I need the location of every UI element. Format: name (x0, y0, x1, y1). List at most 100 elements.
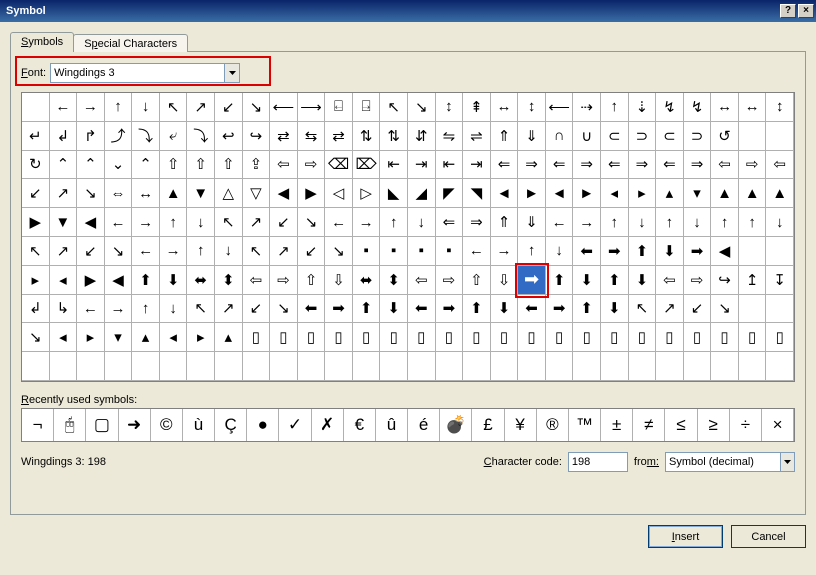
recent-cell[interactable]: ù (183, 409, 215, 441)
symbol-cell[interactable]: ⬍ (215, 266, 243, 295)
symbol-cell[interactable] (766, 237, 794, 266)
symbol-cell[interactable]: ↖ (22, 237, 50, 266)
symbol-cell[interactable]: ⇵ (408, 122, 436, 151)
symbol-cell[interactable]: ⬇ (491, 295, 519, 324)
symbol-cell[interactable]: ◢ (408, 179, 436, 208)
symbol-cell[interactable]: ⇦ (243, 266, 271, 295)
symbol-cell[interactable]: ⇤ (436, 151, 464, 180)
symbol-cell[interactable]: ► (573, 179, 601, 208)
symbol-cell[interactable]: ← (132, 237, 160, 266)
symbol-cell[interactable]: ▲ (766, 179, 794, 208)
from-input[interactable] (666, 453, 780, 471)
symbol-cell[interactable]: ↘ (325, 237, 353, 266)
symbol-cell[interactable]: ◣ (380, 179, 408, 208)
symbol-cell[interactable]: ▶ (22, 208, 50, 237)
symbol-cell[interactable]: ↘ (77, 179, 105, 208)
symbol-cell[interactable]: ▯ (684, 323, 712, 352)
symbol-cell[interactable]: ⬍ (380, 266, 408, 295)
symbol-cell[interactable]: ⇥ (463, 151, 491, 180)
recent-cell[interactable]: ¬ (22, 409, 54, 441)
symbol-cell[interactable]: ⇆ (298, 122, 326, 151)
symbol-cell[interactable]: ⇨ (684, 266, 712, 295)
symbol-cell[interactable]: ⬅ (573, 237, 601, 266)
symbol-cell[interactable]: ⇦ (711, 151, 739, 180)
symbol-cell[interactable] (766, 122, 794, 151)
symbol-cell[interactable]: ⇔ (105, 179, 133, 208)
symbol-cell[interactable] (601, 352, 629, 381)
recent-cell[interactable]: 💣 (440, 409, 472, 441)
symbol-cell[interactable]: ⊂ (601, 122, 629, 151)
symbol-cell[interactable]: ▴ (656, 179, 684, 208)
symbol-cell[interactable]: ⇧ (215, 151, 243, 180)
symbol-cell[interactable]: ▽ (243, 179, 271, 208)
symbol-cell[interactable]: ↕ (766, 93, 794, 122)
symbol-cell[interactable]: ↧ (766, 266, 794, 295)
symbol-cell[interactable]: ⌫ (325, 151, 353, 180)
symbol-cell[interactable]: ⟵ (270, 93, 298, 122)
symbol-cell[interactable]: ⇄ (270, 122, 298, 151)
symbol-cell[interactable]: ⤶ (160, 122, 188, 151)
font-input[interactable] (51, 64, 224, 82)
symbol-cell[interactable]: ⤵ (187, 122, 215, 151)
recent-cell[interactable]: ® (537, 409, 569, 441)
symbol-cell[interactable]: ▯ (463, 323, 491, 352)
symbol-cell[interactable]: ⊂ (656, 122, 684, 151)
symbol-cell[interactable]: ▯ (629, 323, 657, 352)
symbol-cell[interactable]: ↓ (215, 237, 243, 266)
recent-cell[interactable]: € (344, 409, 376, 441)
symbol-cell[interactable]: ↔ (711, 93, 739, 122)
symbol-cell[interactable]: ↲ (50, 122, 78, 151)
symbol-cell[interactable]: ↔ (132, 179, 160, 208)
symbol-cell[interactable]: ↙ (77, 237, 105, 266)
symbol-cell[interactable]: ◀ (105, 266, 133, 295)
symbol-cell[interactable]: ▾ (684, 179, 712, 208)
symbol-cell[interactable]: ↑ (601, 208, 629, 237)
symbol-cell[interactable] (463, 352, 491, 381)
symbol-cell[interactable]: ▯ (601, 323, 629, 352)
cancel-button[interactable]: Cancel (731, 525, 806, 548)
symbol-cell[interactable]: ⌃ (77, 151, 105, 180)
symbol-cell[interactable]: ↘ (22, 323, 50, 352)
symbol-cell[interactable]: ∩ (546, 122, 574, 151)
symbol-cell[interactable]: ⬇ (656, 237, 684, 266)
symbol-cell[interactable]: ⇋ (436, 122, 464, 151)
symbol-cell[interactable]: ↑ (160, 208, 188, 237)
symbol-cell[interactable]: ◄ (491, 179, 519, 208)
symbol-cell[interactable] (77, 352, 105, 381)
symbol-cell[interactable]: ↘ (711, 295, 739, 324)
symbol-cell[interactable]: ↖ (380, 93, 408, 122)
symbol-cell[interactable]: ▯ (518, 323, 546, 352)
symbol-cell[interactable]: ⇑ (491, 208, 519, 237)
symbol-cell[interactable]: ⇥ (408, 151, 436, 180)
symbol-cell[interactable]: ← (50, 93, 78, 122)
symbol-cell[interactable]: ↘ (408, 93, 436, 122)
symbol-cell[interactable]: ↳ (50, 295, 78, 324)
symbol-cell[interactable]: ↑ (187, 237, 215, 266)
symbol-cell[interactable]: ▴ (215, 323, 243, 352)
symbol-cell[interactable]: ▶ (77, 266, 105, 295)
symbol-cell[interactable]: ↓ (160, 295, 188, 324)
symbol-cell[interactable]: ⇓ (518, 208, 546, 237)
symbol-cell[interactable]: ↕ (518, 93, 546, 122)
symbol-cell[interactable]: ➡ (325, 295, 353, 324)
symbol-cell[interactable]: ◤ (436, 179, 464, 208)
symbol-cell[interactable]: ↙ (22, 179, 50, 208)
symbol-cell[interactable] (408, 352, 436, 381)
symbol-cell[interactable]: ◂ (601, 179, 629, 208)
symbol-cell[interactable]: ⇦ (766, 151, 794, 180)
symbol-cell[interactable]: ⬆ (629, 237, 657, 266)
symbol-cell[interactable]: ⇅ (353, 122, 381, 151)
symbol-cell[interactable]: ⤵ (132, 122, 160, 151)
symbol-cell[interactable]: ⇦ (270, 151, 298, 180)
symbol-cell[interactable] (739, 122, 767, 151)
symbol-cell[interactable] (353, 352, 381, 381)
symbol-cell[interactable]: ► (518, 179, 546, 208)
recent-cell[interactable]: ✓ (279, 409, 311, 441)
symbol-cell[interactable]: ⇒ (518, 151, 546, 180)
recent-cell[interactable]: ● (247, 409, 279, 441)
symbol-cell[interactable]: ↖ (629, 295, 657, 324)
symbol-cell[interactable]: ▸ (629, 179, 657, 208)
symbol-cell[interactable]: ▪ (380, 237, 408, 266)
recent-cell[interactable]: ≤ (665, 409, 697, 441)
symbol-cell[interactable]: → (491, 237, 519, 266)
